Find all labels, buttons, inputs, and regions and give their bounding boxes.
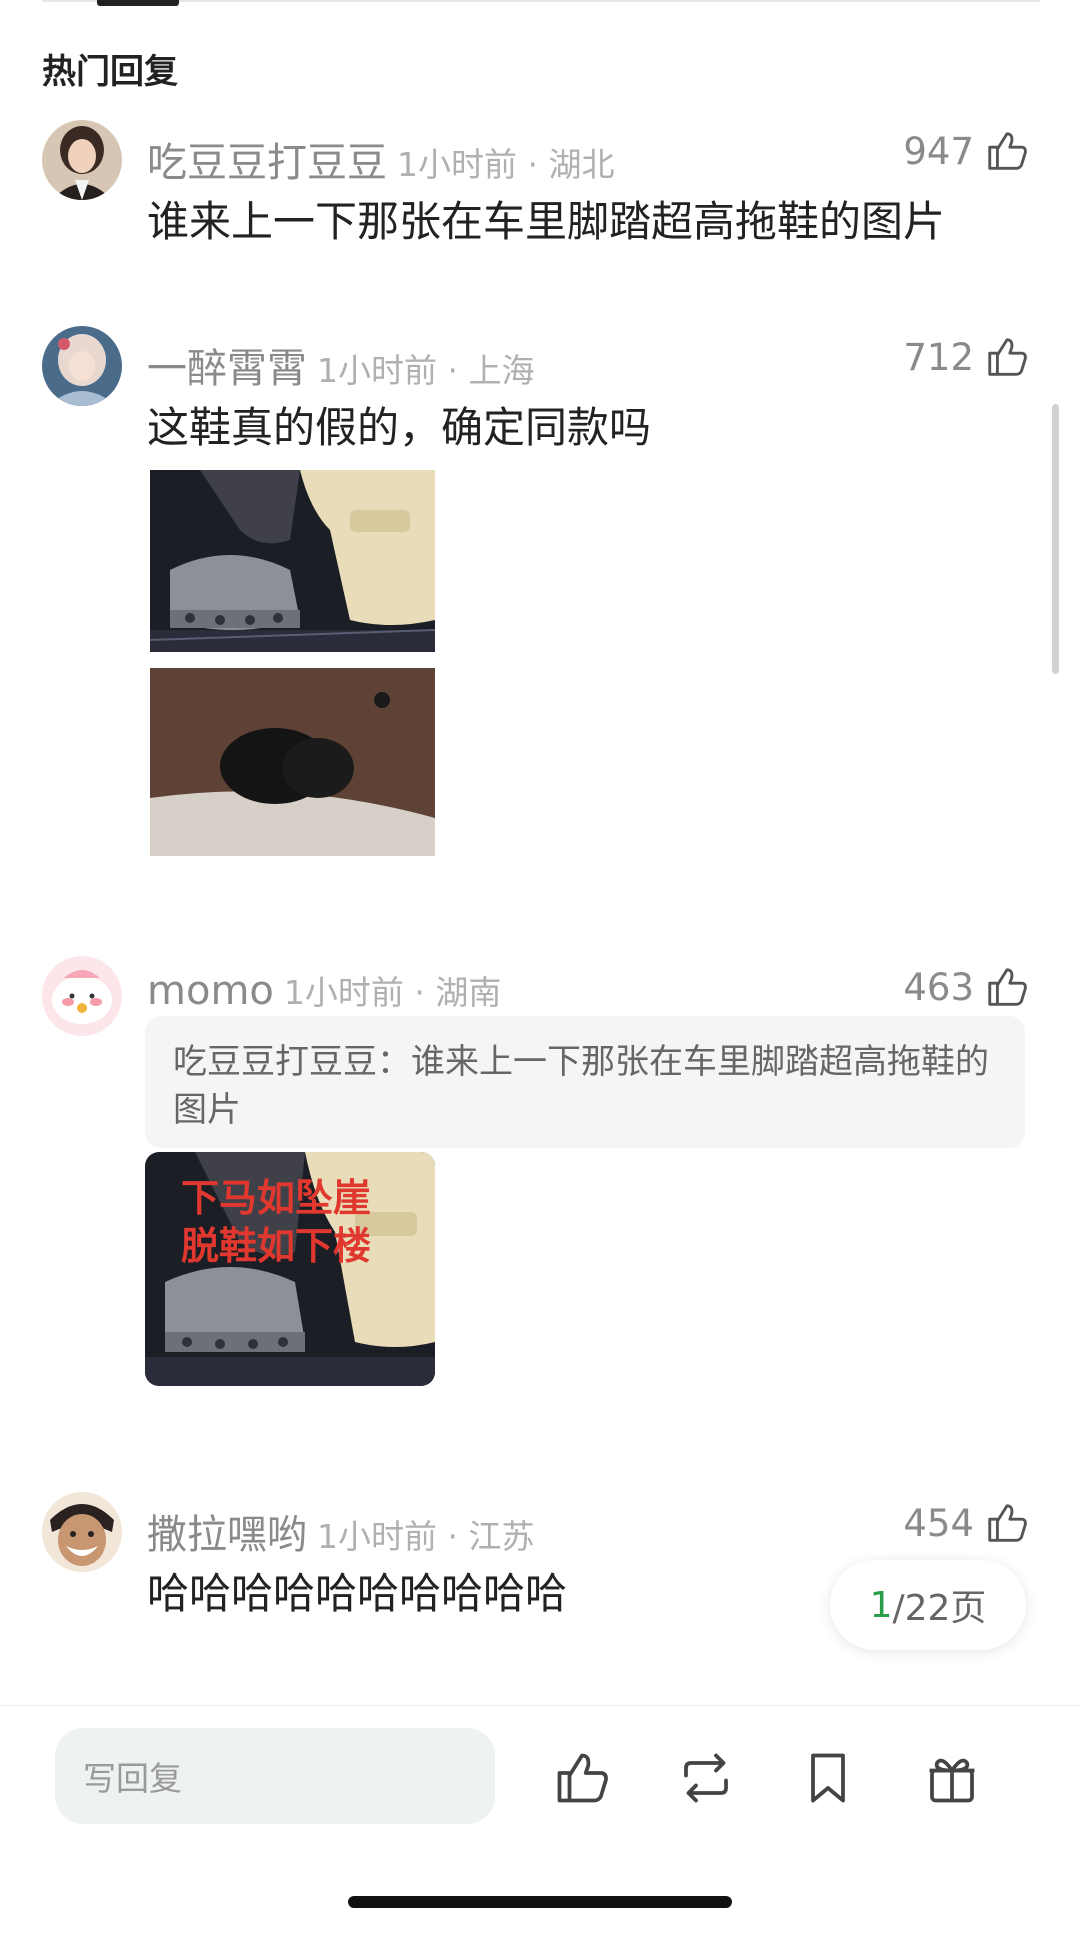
comment-item: 一醉霄霄 1小时前 · 上海 712 这鞋真的假的，确定同款吗 (0, 326, 1080, 886)
like-button[interactable]: 712 (903, 334, 1030, 380)
gift-icon[interactable] (922, 1748, 982, 1808)
home-indicator[interactable] (348, 1896, 732, 1908)
quoted-reply[interactable]: 吃豆豆打豆豆：谁来上一下那张在车里脚踏超高拖鞋的图片 (145, 1016, 1025, 1148)
comment-text: 哈哈哈哈哈哈哈哈哈哈 (147, 1569, 568, 1618)
username[interactable]: 吃豆豆打豆豆 1小时前 · 湖北 (147, 130, 614, 188)
like-count: 712 (903, 335, 974, 379)
like-button[interactable]: 454 (903, 1500, 1030, 1546)
comment-text: 谁来上一下那张在车里脚踏超高拖鞋的图片 (147, 197, 946, 246)
like-icon[interactable] (552, 1748, 612, 1808)
top-divider (42, 0, 1040, 2)
repost-icon[interactable] (676, 1748, 736, 1808)
thumbs-up-icon (988, 132, 1027, 170)
like-button[interactable]: 947 (903, 128, 1030, 174)
like-count: 947 (903, 129, 974, 173)
section-title: 热门回复 (42, 52, 178, 92)
bottom-action-bar: 写回复 (0, 1705, 1080, 1949)
comment-image[interactable] (150, 668, 435, 856)
comment-meme-image[interactable]: 下马如坠崖 脱鞋如下楼 (145, 1152, 435, 1386)
comment-image[interactable] (150, 470, 435, 652)
comment-item: 吃豆豆打豆豆 1小时前 · 湖北 947 谁来上一下那张在车里脚踏超高拖鞋的图片 (0, 120, 1080, 246)
username[interactable]: 撒拉嘿哟 1小时前 · 江苏 (147, 1502, 534, 1560)
comment-meta: 1小时前 · 湖北 (397, 145, 615, 184)
avatar[interactable] (42, 956, 122, 1036)
avatar[interactable] (42, 326, 122, 406)
username[interactable]: momo 1小时前 · 湖南 (147, 966, 501, 1014)
like-count: 454 (903, 1501, 974, 1545)
comment-meta: 1小时前 · 江苏 (317, 1517, 535, 1556)
current-page: 1 (869, 1584, 893, 1626)
bookmark-icon[interactable] (798, 1748, 858, 1808)
thumbs-up-icon (988, 338, 1027, 376)
page-indicator[interactable]: 1/22页 (830, 1560, 1026, 1650)
tab-indicator (97, 0, 179, 6)
username[interactable]: 一醉霄霄 1小时前 · 上海 (147, 336, 534, 394)
avatar[interactable] (42, 1492, 122, 1572)
like-button[interactable]: 463 (903, 964, 1030, 1010)
meme-caption: 下马如坠崖 脱鞋如下楼 (181, 1176, 372, 1268)
thumbs-up-icon (988, 1504, 1027, 1542)
comment-text: 这鞋真的假的，确定同款吗 (147, 403, 652, 452)
thumbs-up-icon (988, 968, 1027, 1006)
avatar[interactable] (42, 120, 122, 200)
comment-meta: 1小时前 · 湖南 (283, 973, 502, 1012)
like-count: 463 (903, 965, 974, 1009)
comment-meta: 1小时前 · 上海 (317, 351, 535, 390)
total-pages: /22页 (892, 1588, 987, 1629)
reply-input[interactable]: 写回复 (55, 1728, 495, 1824)
comment-item: momo 1小时前 · 湖南 463 吃豆豆打豆豆：谁来上一下那张在车里脚踏超高拖… (0, 956, 1080, 1406)
scrollbar[interactable] (1052, 404, 1059, 674)
